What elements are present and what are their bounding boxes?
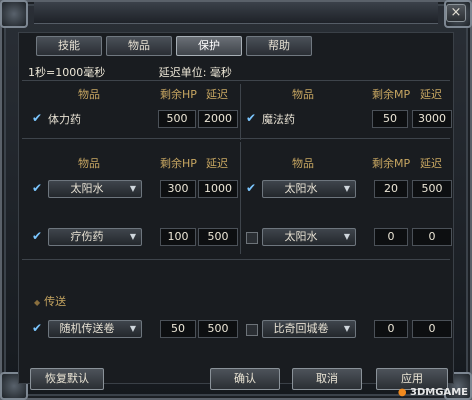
diamond-icon: ◆: [34, 298, 41, 307]
item-label: 魔法药: [262, 113, 295, 126]
item-select[interactable]: 太阳水 ▼: [48, 180, 142, 198]
delay-input[interactable]: 500: [198, 228, 238, 246]
delay-input[interactable]: 500: [412, 180, 452, 198]
tab-items[interactable]: 物品: [106, 36, 172, 56]
col-head-item: 物品: [292, 88, 314, 101]
delay-input[interactable]: 500: [198, 320, 238, 338]
delay-input[interactable]: 0: [412, 320, 452, 338]
chevron-down-icon: ▼: [129, 184, 137, 193]
delay-input[interactable]: 3000: [412, 110, 452, 128]
checkbox[interactable]: [246, 232, 258, 244]
checkbox[interactable]: ✔: [246, 112, 258, 124]
col-head-delay: 延迟: [206, 157, 228, 170]
col-head-item: 物品: [78, 157, 100, 170]
hp-threshold-input[interactable]: 300: [160, 180, 196, 198]
cancel-button[interactable]: 取消: [292, 368, 362, 390]
corner-ornament: [0, 0, 28, 28]
close-icon: ×: [450, 5, 462, 20]
item-select[interactable]: 太阳水 ▼: [262, 228, 356, 246]
reset-defaults-button[interactable]: 恢复默认: [30, 368, 104, 390]
item-select[interactable]: 太阳水 ▼: [262, 180, 356, 198]
mp-threshold-input[interactable]: 0: [374, 320, 408, 338]
col-head-delay: 延迟: [420, 88, 442, 101]
mp-threshold-input[interactable]: 0: [374, 228, 408, 246]
col-head-delay: 延迟: [420, 157, 442, 170]
tab-help[interactable]: 帮助: [246, 36, 312, 56]
watermark-text: 3DMGAME: [410, 387, 468, 398]
scroll-select[interactable]: 比奇回城卷 ▼: [262, 320, 356, 338]
info-row: 1秒=1000毫秒 延迟单位: 毫秒: [28, 64, 282, 80]
divider: [22, 259, 450, 260]
checkbox[interactable]: ✔: [32, 112, 44, 124]
chevron-down-icon: ▼: [343, 184, 351, 193]
scroll-select[interactable]: 随机传送卷 ▼: [48, 320, 142, 338]
teleport-section-title: ◆ 传送: [34, 293, 66, 309]
title-bar: [34, 2, 438, 24]
checkbox[interactable]: ✔: [32, 322, 44, 334]
checkbox[interactable]: [246, 324, 258, 336]
divider: [240, 84, 241, 140]
hp-threshold-input[interactable]: 500: [158, 110, 196, 128]
delay-input[interactable]: 1000: [198, 180, 238, 198]
watermark: ● 3DMGAME: [398, 387, 468, 398]
teleport-title-label: 传送: [44, 295, 67, 308]
scroll-select-value: 随机传送卷: [59, 322, 115, 335]
tab-skills[interactable]: 技能: [36, 36, 102, 56]
chevron-down-icon: ▼: [129, 324, 137, 333]
item-label: 体力药: [48, 113, 81, 126]
col-head-mp: 剩余MP: [372, 88, 411, 101]
delay-unit-note: 延迟单位: 毫秒: [158, 66, 232, 79]
divider: [22, 138, 450, 139]
item-select[interactable]: 疗伤药 ▼: [48, 228, 142, 246]
divider: [22, 80, 450, 81]
hp-threshold-input[interactable]: 50: [160, 320, 196, 338]
divider: [240, 142, 241, 254]
item-select-value: 太阳水: [284, 230, 318, 243]
mp-threshold-input[interactable]: 20: [374, 180, 408, 198]
tab-protection[interactable]: 保护: [176, 36, 242, 56]
col-head-mp: 剩余MP: [372, 157, 411, 170]
col-head-item: 物品: [78, 88, 100, 101]
chevron-down-icon: ▼: [129, 232, 137, 241]
checkbox[interactable]: ✔: [32, 182, 44, 194]
col-head-item: 物品: [292, 157, 314, 170]
item-select-value: 疗伤药: [70, 230, 104, 243]
checkbox[interactable]: ✔: [32, 230, 44, 242]
checkbox[interactable]: ✔: [246, 182, 258, 194]
watermark-dot: ●: [397, 387, 407, 398]
scroll-select-value: 比奇回城卷: [273, 322, 329, 335]
col-head-hp: 剩余HP: [160, 88, 197, 101]
col-head-hp: 剩余HP: [160, 157, 197, 170]
chevron-down-icon: ▼: [343, 232, 351, 241]
delay-input[interactable]: 2000: [198, 110, 238, 128]
item-select-value: 太阳水: [284, 182, 318, 195]
hp-threshold-input[interactable]: 100: [160, 228, 196, 246]
chevron-down-icon: ▼: [343, 324, 351, 333]
time-note: 1秒=1000毫秒: [28, 66, 106, 79]
col-head-delay: 延迟: [206, 88, 228, 101]
delay-input[interactable]: 0: [412, 228, 452, 246]
mp-threshold-input[interactable]: 50: [372, 110, 408, 128]
close-button[interactable]: ×: [446, 4, 466, 22]
ok-button[interactable]: 确认: [210, 368, 280, 390]
item-select-value: 太阳水: [70, 182, 104, 195]
